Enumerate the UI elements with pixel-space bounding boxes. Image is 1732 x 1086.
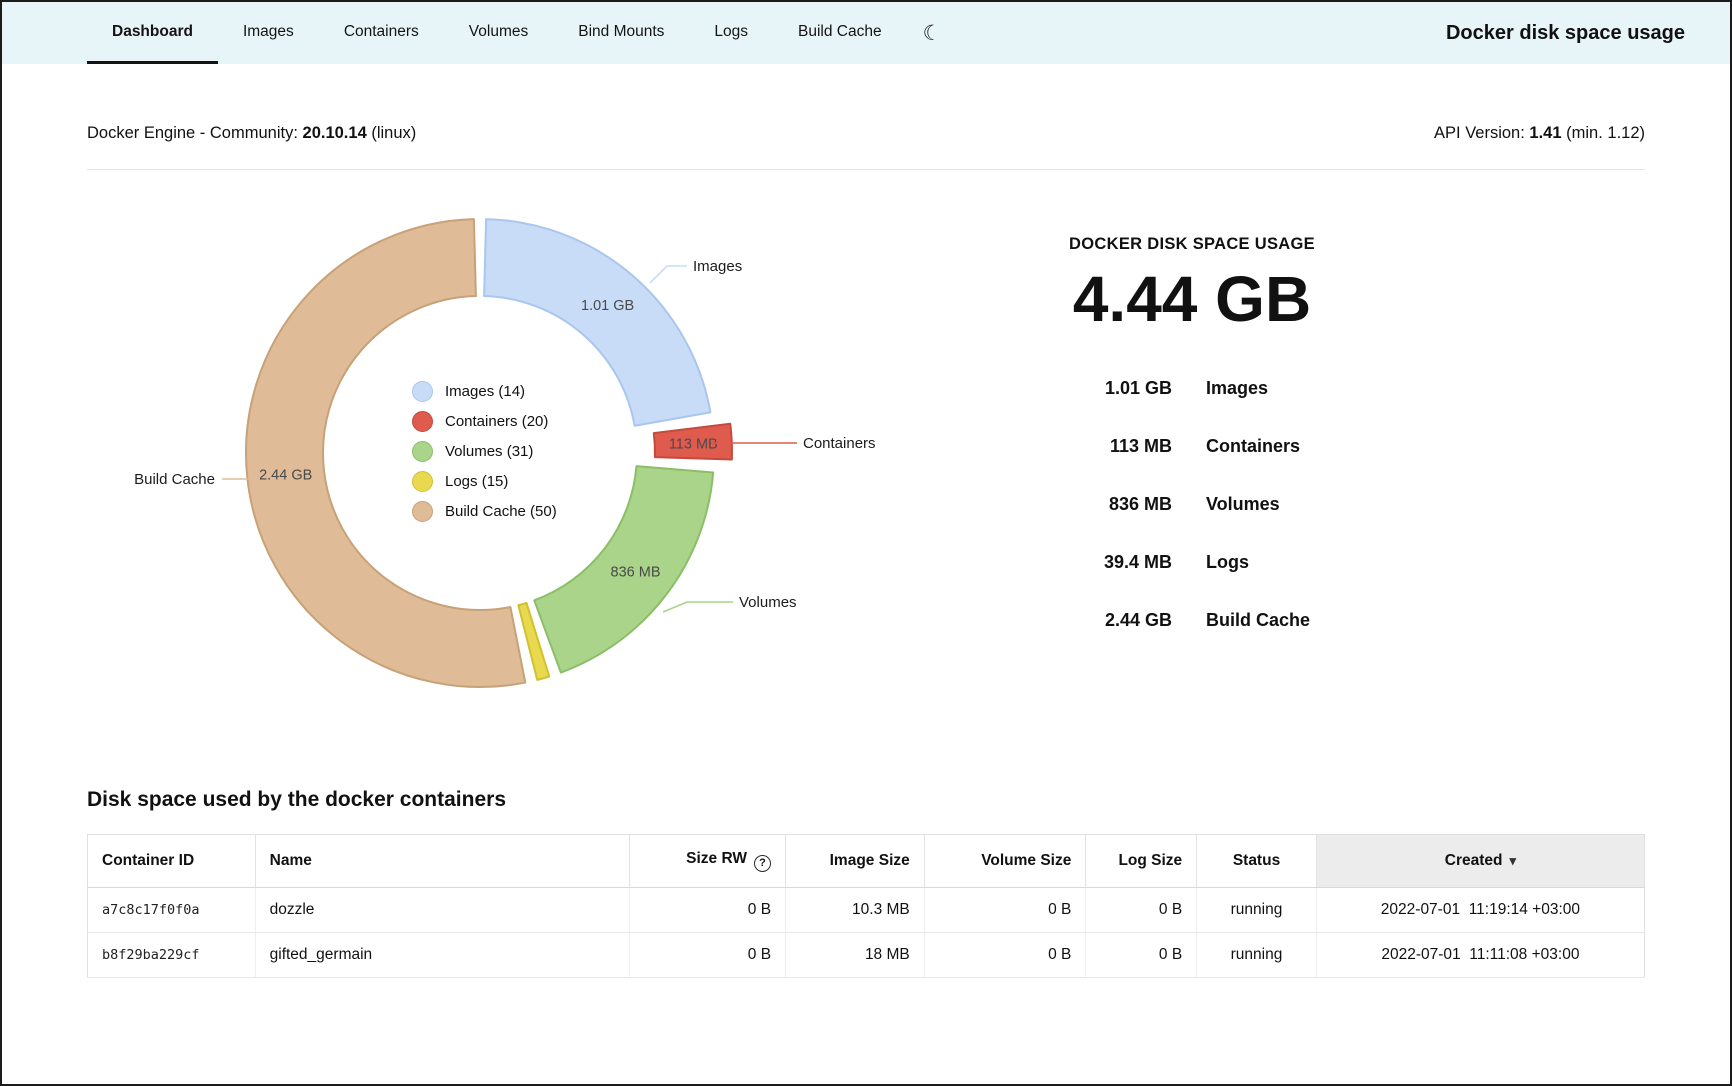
summary-label: Volumes (1206, 494, 1280, 515)
col-header-name[interactable]: Name (255, 835, 630, 888)
moon-icon: ☾ (923, 21, 942, 46)
legend-dot-volumes (412, 441, 433, 462)
cell-size-rw: 0 B (630, 887, 786, 932)
nav-tabs: Dashboard Images Containers Volumes Bind… (87, 2, 907, 64)
cell-image-size: 10.3 MB (786, 887, 925, 932)
cell-volume-size: 0 B (924, 887, 1086, 932)
engine-version: 20.10.14 (303, 124, 367, 142)
legend-label: Containers (20) (445, 413, 548, 430)
tab-containers[interactable]: Containers (319, 2, 444, 64)
sort-desc-icon: ▾ (1510, 853, 1517, 868)
cell-status: running (1197, 887, 1317, 932)
legend-dot-build-cache (412, 501, 433, 522)
tab-logs[interactable]: Logs (689, 2, 773, 64)
cell-container-id: a7c8c17f0f0a (88, 887, 256, 932)
donut-slice-name-label: Volumes (739, 594, 797, 611)
api-info: API Version: 1.41 (min. 1.12) (1434, 124, 1645, 143)
legend-item-images[interactable]: Images (14) (412, 381, 557, 402)
legend-dot-images (412, 381, 433, 402)
summary-label: Containers (1206, 436, 1300, 457)
legend-label: Volumes (31) (445, 443, 533, 460)
tab-images[interactable]: Images (218, 2, 319, 64)
tab-build-cache[interactable]: Build Cache (773, 2, 907, 64)
legend-item-logs[interactable]: Logs (15) (412, 471, 557, 492)
donut-slice-name-label: Build Cache (134, 471, 215, 488)
main-content: Docker Engine - Community: 20.10.14 (lin… (2, 124, 1730, 978)
cell-volume-size: 0 B (924, 932, 1086, 977)
engine-label: Docker Engine - Community: (87, 124, 298, 142)
donut-size-label: 2.44 GB (259, 468, 312, 484)
engine-info-row: Docker Engine - Community: 20.10.14 (lin… (87, 124, 1645, 143)
containers-table: Container ID Name Size RW? Image Size Vo… (87, 834, 1645, 978)
cell-status: running (1197, 932, 1317, 977)
legend-label: Build Cache (50) (445, 503, 557, 520)
col-header-image-size[interactable]: Image Size (786, 835, 925, 888)
api-version-label: API Version: (1434, 124, 1525, 142)
donut-chart-svg[interactable]: 1.01 GB 113 MB 836 MB 2.44 GB Images Containe… (87, 170, 1067, 750)
summary-label: Build Cache (1206, 610, 1310, 631)
legend-label: Logs (15) (445, 473, 508, 490)
app-title: Docker disk space usage (1446, 2, 1685, 64)
cell-container-id: b8f29ba229cf (88, 932, 256, 977)
leader-line-volumes (663, 602, 733, 612)
help-icon[interactable]: ? (754, 855, 771, 872)
donut-slice-name-label: Containers (803, 435, 876, 452)
legend-item-build-cache[interactable]: Build Cache (50) (412, 501, 557, 522)
col-header-size-rw[interactable]: Size RW? (630, 835, 786, 888)
api-version: 1.41 (1529, 124, 1561, 142)
col-header-created-label: Created (1445, 852, 1503, 869)
table-row: b8f29ba229cf gifted_germain 0 B 18 MB 0 … (88, 932, 1645, 977)
disk-usage-donut-chart: 1.01 GB 113 MB 836 MB 2.44 GB Images Containe… (87, 170, 977, 770)
chart-row: 1.01 GB 113 MB 836 MB 2.44 GB Images Containe… (87, 170, 1645, 770)
col-header-created[interactable]: Created ▾ (1316, 835, 1644, 888)
engine-os: (linux) (371, 124, 416, 142)
donut-size-label: 1.01 GB (581, 298, 634, 314)
cell-log-size: 0 B (1086, 887, 1197, 932)
table-row: a7c8c17f0f0a dozzle 0 B 10.3 MB 0 B 0 B … (88, 887, 1645, 932)
donut-size-label: 836 MB (611, 564, 661, 580)
leader-line-images (650, 266, 687, 283)
engine-info: Docker Engine - Community: 20.10.14 (lin… (87, 124, 416, 143)
summary-label: Logs (1206, 552, 1249, 573)
summary-label: Images (1206, 378, 1268, 399)
cell-name: gifted_germain (255, 932, 630, 977)
cell-created: 2022-07-01 11:11:08 +03:00 (1316, 932, 1644, 977)
cell-image-size: 18 MB (786, 932, 925, 977)
cell-size-rw: 0 B (630, 932, 786, 977)
col-header-status[interactable]: Status (1197, 835, 1317, 888)
legend-dot-logs (412, 471, 433, 492)
col-header-container-id[interactable]: Container ID (88, 835, 256, 888)
chart-legend: Images (14) Containers (20) Volumes (31)… (412, 381, 557, 522)
cell-log-size: 0 B (1086, 932, 1197, 977)
col-header-log-size[interactable]: Log Size (1086, 835, 1197, 888)
table-header-row: Container ID Name Size RW? Image Size Vo… (88, 835, 1645, 888)
legend-dot-containers (412, 411, 433, 432)
top-navbar: Dashboard Images Containers Volumes Bind… (2, 2, 1730, 64)
tab-dashboard[interactable]: Dashboard (87, 2, 218, 64)
api-min-version: (min. 1.12) (1566, 124, 1645, 142)
tab-volumes[interactable]: Volumes (444, 2, 553, 64)
dark-mode-toggle-button[interactable]: ☾ (907, 2, 958, 64)
col-header-volume-size[interactable]: Volume Size (924, 835, 1086, 888)
donut-slice-name-label: Images (693, 258, 742, 275)
containers-section-heading: Disk space used by the docker containers (87, 788, 1645, 812)
cell-created: 2022-07-01 11:19:14 +03:00 (1316, 887, 1644, 932)
tab-bind-mounts[interactable]: Bind Mounts (553, 2, 689, 64)
legend-item-volumes[interactable]: Volumes (31) (412, 441, 557, 462)
donut-size-label: 113 MB (669, 436, 718, 452)
cell-name: dozzle (255, 887, 630, 932)
legend-label: Images (14) (445, 383, 525, 400)
legend-item-containers[interactable]: Containers (20) (412, 411, 557, 432)
col-header-size-rw-label: Size RW (686, 850, 747, 867)
